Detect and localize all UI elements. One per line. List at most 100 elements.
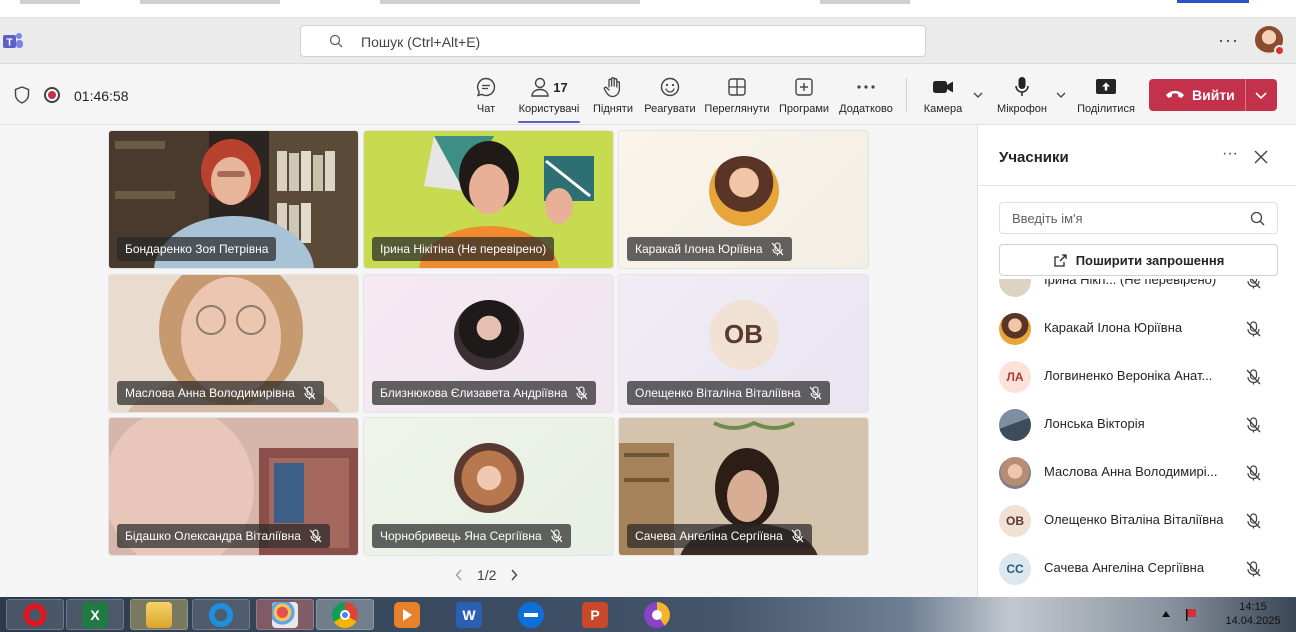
title-bar: T Пошук (Ctrl+Alt+E) ··· xyxy=(0,18,1296,64)
avatar xyxy=(999,409,1031,441)
svg-text:T: T xyxy=(6,38,12,49)
view-label: Переглянути xyxy=(704,103,770,115)
search-box[interactable]: Пошук (Ctrl+Alt+E) xyxy=(300,25,926,57)
excel-letter: X xyxy=(82,601,108,628)
participants-panel: Учасники ··· Ірина Нікіт... (Не перевіре… xyxy=(977,125,1296,597)
share-invite-button[interactable]: Поширити запрошення xyxy=(999,244,1278,276)
mic-off-icon xyxy=(575,386,588,400)
more-button[interactable]: Додатково xyxy=(838,76,894,115)
video-tile[interactable]: Сачева Ангеліна Сергіївна xyxy=(618,417,869,556)
more-horizontal-icon[interactable]: ··· xyxy=(1218,30,1239,51)
video-tile[interactable]: Чорнобривець Яна Сергіївна xyxy=(363,417,614,556)
chrome-icon[interactable] xyxy=(316,599,374,630)
excel-icon[interactable]: X xyxy=(66,599,124,630)
show-hidden-icons-icon[interactable] xyxy=(1162,611,1170,617)
chat-button[interactable]: Чат xyxy=(470,76,502,115)
participant-name-tag: Сачева Ангеліна Сергіївна xyxy=(627,524,812,548)
microphone-button[interactable]: Мікрофон xyxy=(994,76,1050,115)
list-item[interactable]: Лонська Вікторія xyxy=(978,401,1296,449)
people-button[interactable]: 17 Користувачі xyxy=(518,76,580,123)
mic-off-icon xyxy=(791,529,804,543)
apps-button[interactable]: Програми xyxy=(778,76,830,115)
avatar[interactable] xyxy=(1255,26,1285,56)
chevron-left-icon[interactable] xyxy=(455,569,463,581)
panel-more-icon[interactable]: ··· xyxy=(1222,145,1238,163)
list-item[interactable]: ОВ Олещенко Віталіна Віталіївна xyxy=(978,497,1296,545)
video-tile[interactable]: Каракай Ілона Юріївна xyxy=(618,130,869,269)
share-label: Поділитися xyxy=(1077,103,1135,115)
video-tile[interactable]: Маслова Анна Володимирівна xyxy=(108,274,359,413)
view-grid-icon xyxy=(728,78,746,96)
list-item[interactable]: Маслова Анна Володимирі... xyxy=(978,449,1296,497)
mic-off-icon xyxy=(1246,369,1261,385)
participant-name-tag: Маслова Анна Володимирівна xyxy=(117,381,324,405)
hang-up-icon xyxy=(1166,90,1184,98)
microphone-options-chevron-down-icon[interactable] xyxy=(1056,90,1066,100)
video-tile[interactable]: Бідашко Олександра Віталіївна xyxy=(108,417,359,556)
participant-name: Каракай Ілона Юріївна xyxy=(1044,320,1183,335)
vpn-icon[interactable] xyxy=(628,599,686,630)
search-placeholder: Пошук (Ctrl+Alt+E) xyxy=(361,34,481,50)
video-tile[interactable]: ОВ Олещенко Віталіна Віталіївна xyxy=(618,274,869,413)
list-item[interactable]: Каракай Ілона Юріївна xyxy=(978,305,1296,353)
panel-title: Учасники xyxy=(999,149,1069,166)
text-fragment xyxy=(20,0,80,4)
word-letter: W xyxy=(456,601,482,628)
chevron-right-icon[interactable] xyxy=(510,569,518,581)
close-icon[interactable] xyxy=(1254,150,1268,164)
powerpoint-icon[interactable]: P xyxy=(566,599,624,630)
system-clock[interactable]: 14:15 14.04.2025 xyxy=(1210,600,1296,628)
microphone-label: Мікрофон xyxy=(997,103,1047,115)
word-icon[interactable]: W xyxy=(440,599,498,630)
internet-explorer-icon[interactable] xyxy=(192,599,250,630)
chevron-down-icon[interactable] xyxy=(1254,89,1268,101)
video-tile[interactable]: Близнюкова Єлизавета Андріївна xyxy=(363,274,614,413)
chat-icon xyxy=(476,77,496,97)
chat-label: Чат xyxy=(476,103,496,115)
action-center-flag-icon[interactable] xyxy=(1184,607,1198,621)
react-label: Реагувати xyxy=(644,103,696,115)
mic-off-icon xyxy=(550,529,563,543)
opera-icon[interactable] xyxy=(6,599,64,630)
participant-initials-avatar: ОВ xyxy=(708,299,779,370)
apps-label: Програми xyxy=(778,103,830,115)
avatar xyxy=(999,313,1031,345)
mic-off-icon xyxy=(309,529,322,543)
participant-photo xyxy=(708,155,779,226)
media-player-icon[interactable] xyxy=(378,599,436,630)
participant-photo xyxy=(453,299,524,370)
participant-search-input[interactable]: Введіть ім'я xyxy=(999,202,1278,234)
list-item[interactable]: СС Сачева Ангеліна Сергіївна xyxy=(978,545,1296,593)
share-button[interactable]: Поділитися xyxy=(1077,76,1135,115)
react-button[interactable]: Реагувати xyxy=(644,76,696,115)
participant-name: Каракай Ілона Юріївна xyxy=(635,242,763,256)
shield-icon[interactable] xyxy=(14,86,30,104)
video-tile[interactable]: Ірина Нікітіна (Не перевірено) xyxy=(363,130,614,269)
camera-icon xyxy=(933,81,953,93)
meeting-toolbar: 01:46:58 Чат 17 Користувачі Підняти Реаг… xyxy=(0,64,1296,125)
more-label: Додатково xyxy=(839,103,893,115)
raise-hand-button[interactable]: Підняти xyxy=(592,76,634,115)
clock-time: 14:15 xyxy=(1239,601,1267,613)
teamviewer-icon[interactable] xyxy=(502,599,560,630)
search-icon xyxy=(329,34,343,48)
avatar: ЛА xyxy=(999,361,1031,393)
video-tile[interactable]: Бондаренко Зоя Петрівна xyxy=(108,130,359,269)
mic-off-icon xyxy=(1246,561,1261,577)
camera-label: Камера xyxy=(923,103,963,115)
camera-options-chevron-down-icon[interactable] xyxy=(973,90,983,100)
microphone-icon xyxy=(1015,77,1029,96)
list-item[interactable]: ЛА Логвиненко Вероніка Анат... xyxy=(978,353,1296,401)
leave-button[interactable]: Вийти xyxy=(1149,79,1277,111)
mic-off-icon xyxy=(809,386,822,400)
camera-button[interactable]: Камера xyxy=(922,76,964,115)
mic-off-icon xyxy=(771,242,783,256)
system-tray: 14:15 14.04.2025 xyxy=(1158,597,1296,632)
file-explorer-icon[interactable] xyxy=(130,599,188,630)
clock-date: 14.04.2025 xyxy=(1225,615,1281,627)
apps-plus-icon xyxy=(795,78,813,96)
paint-icon[interactable] xyxy=(256,599,314,630)
participant-count: 17 xyxy=(553,79,568,95)
view-button[interactable]: Переглянути xyxy=(704,76,770,115)
accent-bar xyxy=(1177,0,1249,3)
